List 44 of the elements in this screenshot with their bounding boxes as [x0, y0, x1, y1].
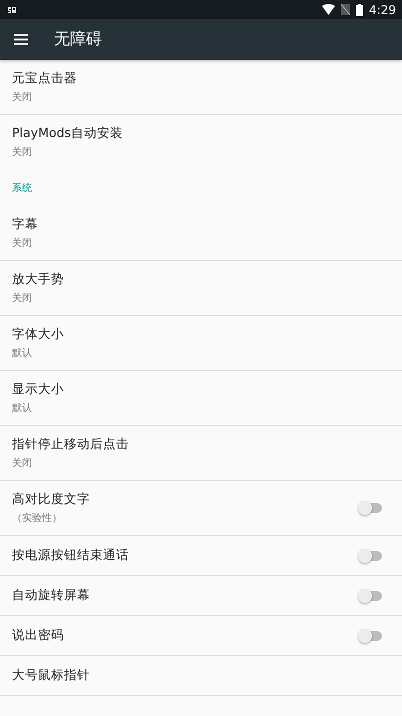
- setting-summary: 关闭: [12, 292, 33, 305]
- settings-item[interactable]: 指针停止移动后点击 关闭: [0, 426, 402, 481]
- section-header: 系统: [12, 182, 32, 195]
- toggle-switch[interactable]: [360, 503, 382, 513]
- settings-item[interactable]: 大号鼠标指针: [0, 656, 402, 696]
- notification-icon: [8, 6, 16, 14]
- setting-summary: 关闭: [12, 146, 33, 159]
- page-title: 无障碍: [54, 29, 102, 50]
- setting-summary: 关闭: [12, 236, 33, 250]
- settings-item[interactable]: 自动旋转屏幕: [0, 576, 402, 616]
- setting-title: 显示大小: [12, 381, 65, 398]
- settings-item[interactable]: 显示大小 默认: [0, 371, 402, 426]
- toggle-switch[interactable]: [360, 550, 382, 560]
- setting-title: PlayMods自动安装: [12, 125, 124, 142]
- setting-summary: 关闭: [12, 456, 33, 470]
- settings-item[interactable]: 说出密码: [0, 616, 402, 656]
- toggle-switch[interactable]: [360, 590, 382, 600]
- wifi-icon: [322, 4, 336, 15]
- setting-summary: 关闭: [12, 90, 33, 104]
- setting-title: 指针停止移动后点击: [12, 436, 130, 453]
- settings-item[interactable]: 放大手势 关闭: [0, 261, 402, 316]
- settings-item[interactable]: 元宝点击器 关闭: [0, 60, 402, 115]
- setting-title: 字幕: [12, 216, 39, 233]
- setting-summary: 默认: [12, 402, 33, 415]
- settings-item[interactable]: 高对比度文字 （实验性）: [0, 481, 402, 536]
- battery-icon: [356, 4, 364, 16]
- settings-item[interactable]: PlayMods自动安装 关闭: [0, 115, 402, 170]
- setting-summary: 默认: [12, 347, 33, 360]
- toggle-switch[interactable]: [360, 630, 382, 640]
- setting-summary: （实验性）: [12, 512, 63, 525]
- settings-item[interactable]: 字体大小 默认: [0, 316, 402, 371]
- setting-title: 元宝点击器: [12, 70, 78, 87]
- setting-title: 字体大小: [12, 326, 65, 343]
- settings-item[interactable]: 字幕 关闭: [0, 206, 402, 261]
- setting-title: 放大手势: [12, 271, 65, 288]
- setting-title: 说出密码: [12, 627, 65, 644]
- setting-title: 自动旋转屏幕: [12, 587, 91, 604]
- menu-icon[interactable]: [14, 34, 28, 45]
- clock: 4:29: [369, 2, 396, 16]
- settings-item[interactable]: 按电源按钮结束通话: [0, 536, 402, 576]
- setting-title: 高对比度文字: [12, 491, 91, 508]
- no-sim-icon: [341, 4, 350, 15]
- setting-title: 按电源按钮结束通话: [12, 547, 130, 564]
- setting-title: 大号鼠标指针: [12, 667, 91, 684]
